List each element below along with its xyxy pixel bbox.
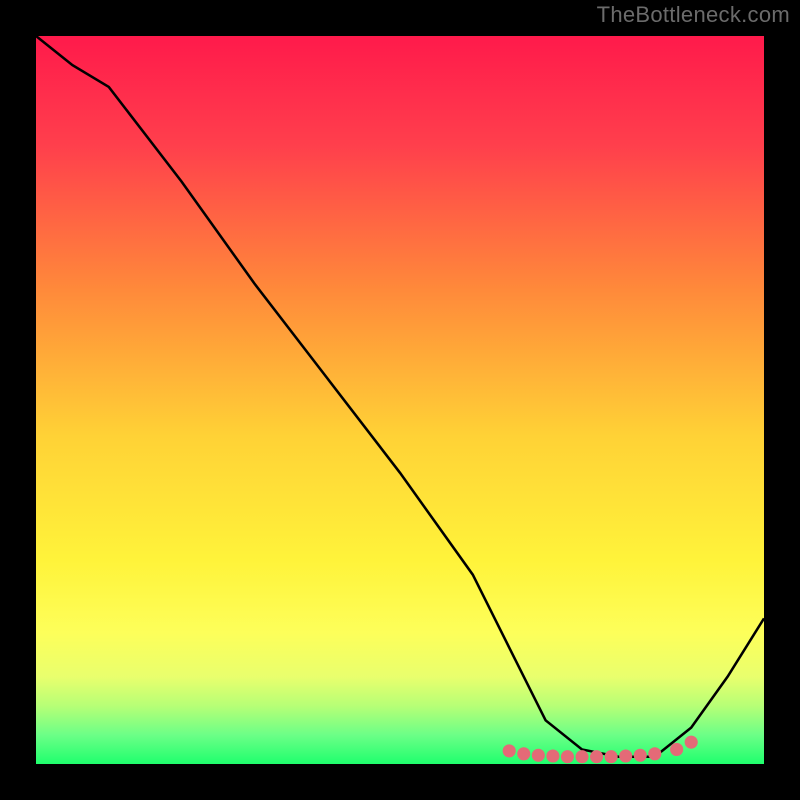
- optimal-dot: [532, 749, 545, 762]
- optimal-range-dots: [503, 736, 698, 764]
- optimal-dot: [605, 750, 618, 763]
- optimal-dot: [685, 736, 698, 749]
- optimal-dot: [561, 750, 574, 763]
- plot-area: [36, 36, 764, 764]
- optimal-dot: [503, 744, 516, 757]
- optimal-dot: [546, 749, 559, 762]
- optimal-dot: [575, 750, 588, 763]
- optimal-dot: [634, 749, 647, 762]
- optimal-dot: [648, 747, 661, 760]
- bottleneck-curve: [36, 36, 764, 757]
- optimal-dot: [590, 750, 603, 763]
- optimal-dot: [670, 743, 683, 756]
- optimal-dot: [517, 747, 530, 760]
- optimal-dot: [619, 749, 632, 762]
- curve-layer: [36, 36, 764, 764]
- watermark-text: TheBottleneck.com: [597, 2, 790, 28]
- chart-stage: TheBottleneck.com: [0, 0, 800, 800]
